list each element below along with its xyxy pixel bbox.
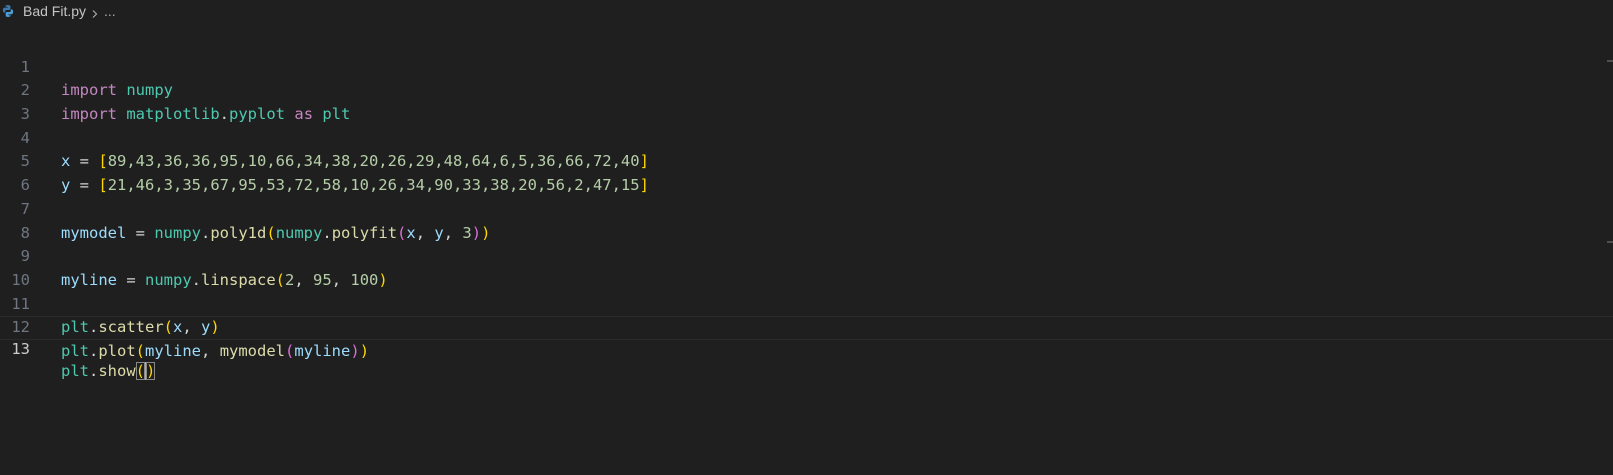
code-line[interactable]: 6 [0, 150, 1613, 194]
token: . [89, 341, 99, 360]
code-editor[interactable]: 1 import numpy 2 import matplotlib.pyplo… [0, 32, 1613, 381]
token: myline [294, 341, 351, 360]
code-line[interactable]: 5 y = [21,46,3,35,67,95,53,72,58,10,26,3… [0, 127, 1613, 194]
code-line[interactable]: 2 import matplotlib.pyplot as plt [0, 56, 1613, 123]
scrollbar-marker [1607, 60, 1613, 62]
code-line[interactable]: 1 import numpy [0, 32, 1613, 100]
breadcrumb-file[interactable]: Bad Fit.py [23, 3, 86, 19]
scrollbar-marker [1607, 241, 1613, 243]
token: . [89, 361, 99, 380]
token: myline [145, 341, 202, 360]
line-number: 13 [11, 339, 30, 358]
token: ( [135, 341, 146, 360]
code-line[interactable]: 8 [0, 198, 1613, 242]
token: plot [98, 341, 136, 360]
code-text: plt.show() [61, 361, 156, 383]
code-line[interactable]: 12 plt.plot(myline, mymodel(myline)) [0, 293, 1613, 360]
token: plt [61, 341, 89, 360]
code-line[interactable]: 10 [0, 245, 1613, 289]
token: ) [350, 341, 360, 360]
code-line[interactable]: 7 mymodel = numpy.poly1d(numpy.polyfit(x… [0, 174, 1613, 242]
breadcrumb-symbols[interactable]: ... [104, 3, 116, 19]
code-line[interactable]: 4 x = [89,43,36,36,95,10,66,34,38,20,26,… [0, 103, 1613, 171]
chevron-right-icon [90, 6, 100, 18]
python-icon [1, 4, 15, 18]
token: , [201, 341, 220, 360]
token: mymodel [219, 341, 286, 360]
token: ) [359, 341, 370, 360]
token: plt [61, 361, 89, 380]
code-line[interactable]: 11 plt.scatter(x, y) [0, 269, 1613, 337]
code-line[interactable]: 3 [0, 79, 1613, 123]
code-line[interactable]: 9 myline = numpy.linspace(2, 95, 100) [0, 222, 1613, 289]
token: show [98, 361, 136, 380]
breadcrumb: Bad Fit.py ... [0, 0, 1613, 22]
token: ( [285, 341, 295, 360]
token: ) [146, 361, 156, 380]
code-line-current[interactable]: 13 plt.show() [0, 316, 1613, 381]
